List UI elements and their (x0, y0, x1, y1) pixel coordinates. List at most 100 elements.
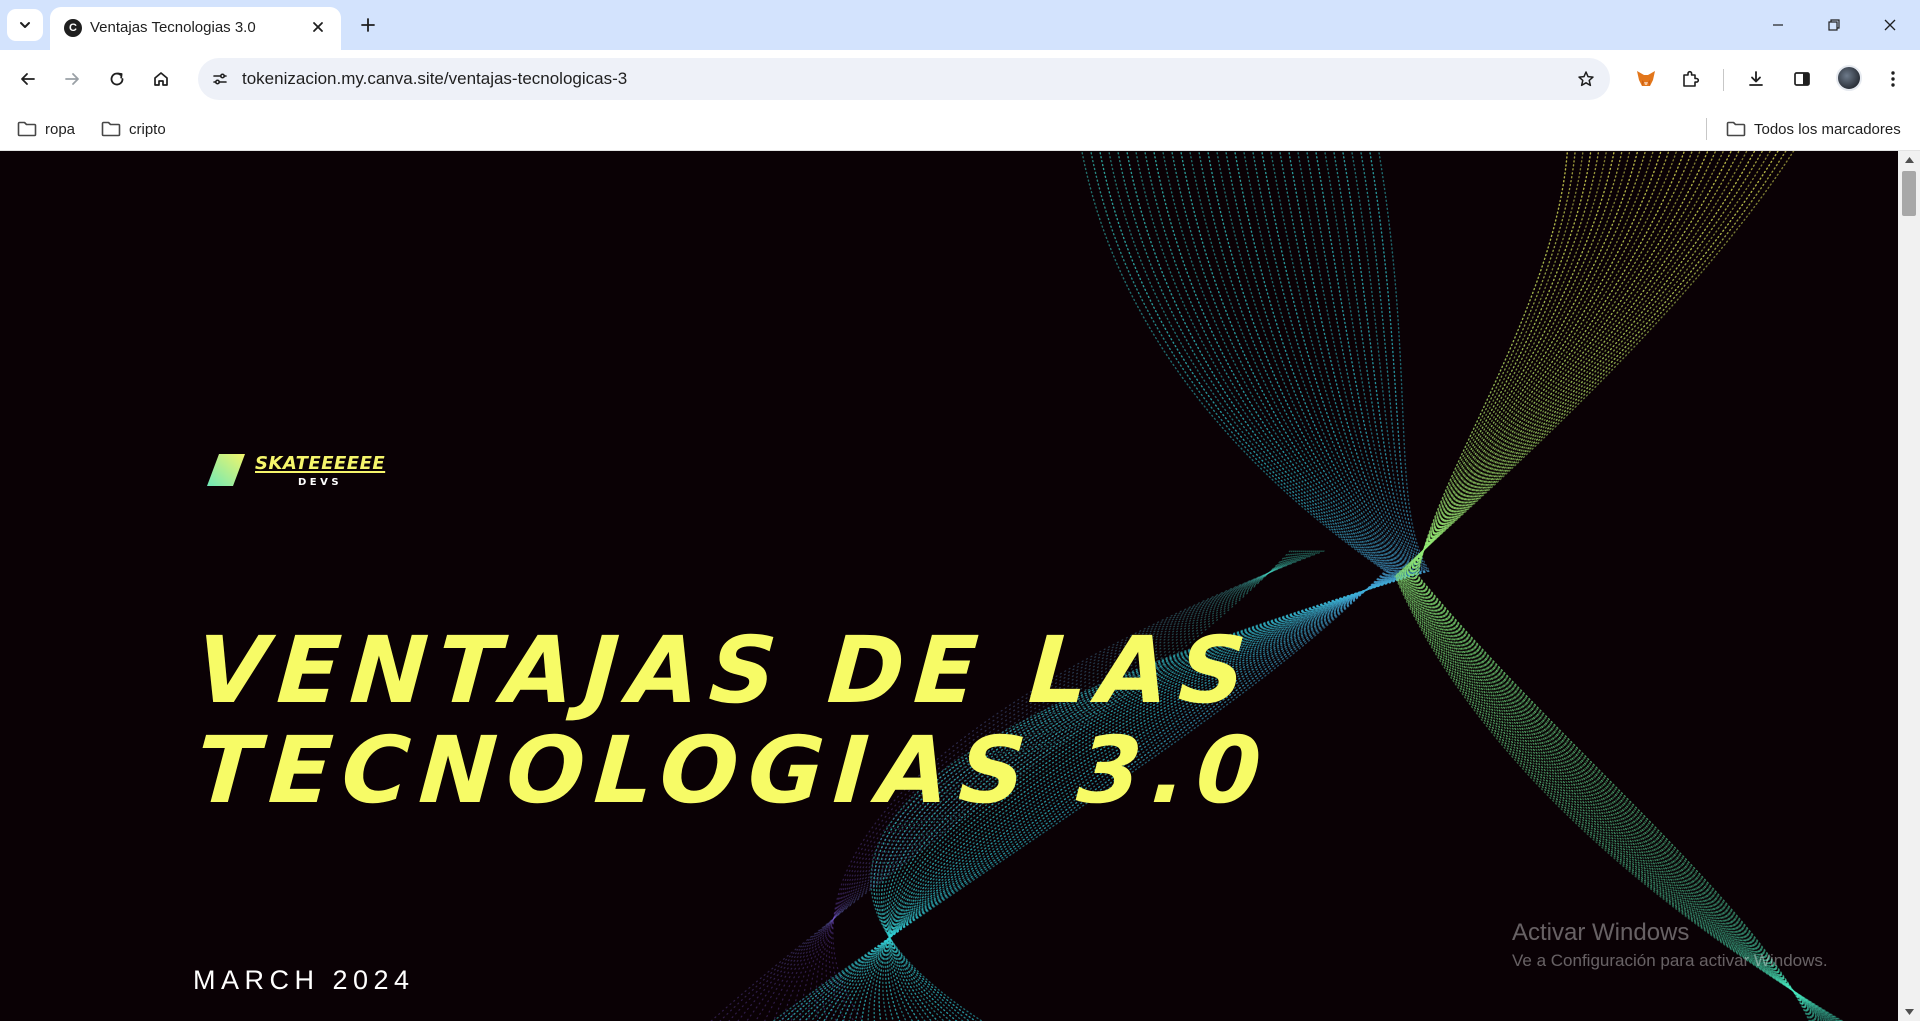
home-icon (154, 72, 168, 86)
wave-line (888, 151, 1416, 1021)
wave-line (1394, 151, 1844, 1021)
wave-line (888, 151, 1419, 1021)
skateeee-devs-logo[interactable]: SKATEEEEEE DEVS (207, 453, 387, 493)
folder-icon (17, 121, 37, 137)
wave-line (886, 151, 1414, 1021)
wave-line (1409, 151, 1822, 1021)
wave-line (1398, 151, 1838, 1021)
home-button[interactable] (143, 61, 179, 97)
wave-line (889, 151, 1418, 1021)
folder-icon (1726, 121, 1746, 137)
minimize-icon (1773, 24, 1783, 26)
wave-line (1400, 151, 1835, 1021)
wave-line (1398, 151, 1839, 1021)
headline-line-2: TECNOLOGIAS 3.0 (192, 717, 1275, 824)
address-bar[interactable]: tokenizacion.my.canva.site/ventajas-tecn… (198, 58, 1610, 100)
wave-line (1406, 151, 1826, 1021)
new-tab-button[interactable] (352, 9, 384, 41)
star-icon (1578, 71, 1594, 87)
profile-avatar[interactable] (1836, 65, 1862, 91)
bookmark-star-button[interactable] (1572, 65, 1600, 93)
puzzle-icon (1683, 70, 1700, 87)
wave-line (854, 151, 1404, 1021)
canva-site-page: SKATEEEEEE DEVS VENTAJAS DE LAS TECNOLOG… (0, 151, 1898, 1021)
wave-line (835, 151, 1400, 1021)
wave-line (1394, 151, 1845, 1021)
all-bookmarks-button[interactable]: Todos los marcadores (1720, 115, 1907, 143)
wave-line (878, 151, 1427, 1021)
wave-line (888, 151, 1415, 1021)
wave-line (1408, 151, 1823, 1021)
wave-line (1411, 151, 1820, 1021)
scroll-up-button[interactable] (1898, 151, 1920, 169)
active-tab[interactable]: C Ventajas Tecnologias 3.0 (50, 7, 341, 50)
side-panel-icon (1794, 72, 1810, 86)
metamask-fox-icon (1637, 71, 1655, 86)
download-icon (1749, 71, 1763, 86)
forward-button[interactable] (54, 61, 90, 97)
wave-line (887, 151, 1420, 1021)
wave-line (829, 151, 1399, 1021)
folder-icon (101, 121, 121, 137)
wave-line (1415, 151, 1814, 1021)
wave-line (823, 151, 1397, 1021)
wave-line (804, 151, 1393, 1021)
wave-line (883, 151, 1424, 1021)
wave-line (886, 151, 1422, 1021)
headline-line-1: VENTAJAS DE LAS (192, 617, 1260, 724)
all-bookmarks-label: Todos los marcadores (1754, 120, 1901, 138)
arrow-right-icon (65, 73, 79, 85)
wave-line (881, 151, 1426, 1021)
reload-button[interactable] (99, 61, 135, 97)
close-icon (313, 22, 323, 32)
wave-line (1415, 151, 1813, 1021)
tab-search-button[interactable] (7, 9, 43, 41)
watermark-subtitle: Ve a Configuración para activar Windows. (1512, 951, 1828, 970)
chevron-down-icon (20, 22, 30, 28)
wave-line (1410, 151, 1821, 1021)
wave-line (876, 151, 1428, 1021)
wave-line (1402, 151, 1833, 1021)
favicon-letter: C (69, 22, 77, 34)
toolbar-separator (1723, 69, 1724, 91)
side-panel-button[interactable] (1784, 61, 1820, 97)
wave-line (1405, 151, 1828, 1021)
bookmark-label: ropa (45, 120, 76, 138)
scroll-down-arrow-icon (1904, 1009, 1914, 1015)
restore-icon (1828, 19, 1840, 31)
wave-line (1395, 151, 1842, 1021)
bookmark-folder-ropa[interactable]: ropa (11, 115, 81, 143)
downloads-button[interactable] (1738, 61, 1774, 97)
chrome-menu-button[interactable] (1875, 61, 1911, 97)
back-button[interactable] (10, 61, 46, 97)
scrollbar-thumb[interactable] (1902, 171, 1916, 216)
extensions-button[interactable] (1673, 61, 1709, 97)
metamask-extension-button[interactable] (1628, 61, 1664, 97)
wave-lines (710, 151, 1845, 1021)
wave-line (1399, 151, 1836, 1021)
bookmark-folder-cripto[interactable]: cripto (95, 115, 172, 143)
wave-line (870, 151, 1431, 1021)
logo-parallelogram-icon (207, 454, 245, 486)
minimize-button[interactable] (1750, 0, 1806, 50)
page-scrollbar[interactable] (1898, 151, 1920, 1021)
wave-line (791, 151, 1391, 1021)
wave-line (1414, 151, 1815, 1021)
wave-line (1407, 151, 1825, 1021)
wave-line (810, 151, 1395, 1021)
url-text[interactable]: tokenizacion.my.canva.site/ventajas-tecn… (242, 69, 627, 89)
close-window-button[interactable] (1862, 0, 1918, 50)
tab-close-button[interactable] (306, 15, 330, 39)
arrow-left-icon (21, 73, 35, 85)
restore-button[interactable] (1806, 0, 1862, 50)
close-window-icon (1884, 19, 1896, 31)
watermark-title: Activar Windows (1512, 919, 1690, 946)
browser-toolbar: tokenizacion.my.canva.site/ventajas-tecn… (0, 50, 1920, 108)
scroll-down-button[interactable] (1898, 1003, 1920, 1021)
wave-line (885, 151, 1423, 1021)
site-info-button[interactable] (206, 65, 234, 93)
wave-line (816, 151, 1396, 1021)
bookmarks-separator (1706, 118, 1707, 140)
wave-line (882, 151, 1411, 1021)
wave-line (885, 151, 1412, 1021)
